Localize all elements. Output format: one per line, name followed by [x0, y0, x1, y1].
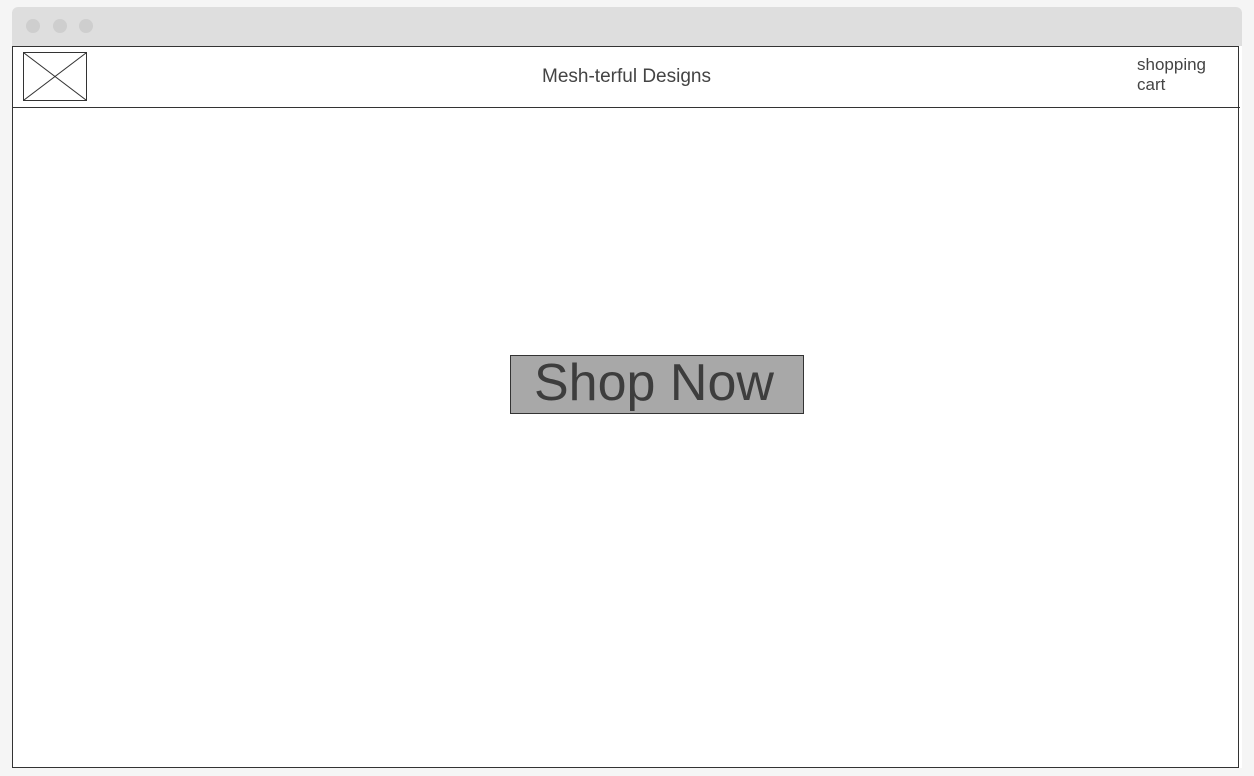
- image-placeholder-icon[interactable]: [23, 52, 87, 101]
- shop-now-button[interactable]: Shop Now: [510, 355, 804, 414]
- cart-label-line2: cart: [1137, 75, 1166, 94]
- window-minimize-dot[interactable]: [53, 19, 67, 33]
- site-title: Mesh-terful Designs: [542, 66, 711, 87]
- window-maximize-dot[interactable]: [79, 19, 93, 33]
- window-titlebar: [12, 7, 1242, 46]
- window-close-dot[interactable]: [26, 19, 40, 33]
- page-content: Mesh-terful Designs shopping cart Shop N…: [12, 46, 1240, 768]
- cart-label-line1: shopping: [1137, 55, 1207, 74]
- browser-window: Mesh-terful Designs shopping cart Shop N…: [12, 7, 1242, 768]
- site-header: Mesh-terful Designs shopping cart: [13, 47, 1240, 108]
- site-title-wrapper: Mesh-terful Designs: [13, 66, 1240, 88]
- shopping-cart-link[interactable]: shopping cart: [1137, 55, 1227, 95]
